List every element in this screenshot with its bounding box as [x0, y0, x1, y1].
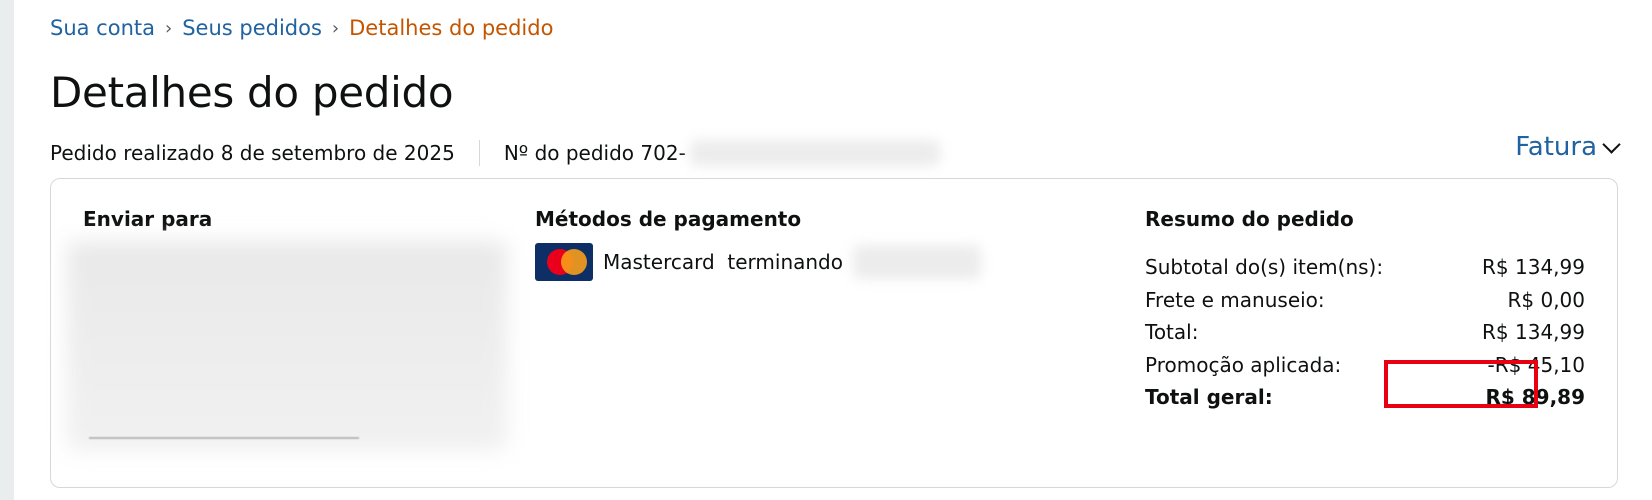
summary-value: R$ 134,99: [1482, 255, 1585, 280]
invoice-label: Fatura: [1515, 132, 1597, 162]
breadcrumb-your-account[interactable]: Sua conta: [50, 16, 155, 40]
page-title: Detalhes do pedido: [50, 68, 454, 117]
order-placed-date: Pedido realizado 8 de setembro de 2025: [50, 141, 455, 165]
order-details-card: Enviar para Métodos de pagamento Masterc…: [50, 178, 1618, 488]
summary-label: Total:: [1145, 320, 1199, 345]
redacted-card-digits: [853, 245, 981, 279]
order-number: Nº do pedido 702-: [503, 141, 686, 165]
left-gutter: [0, 0, 14, 500]
grand-total-highlight: [1384, 360, 1538, 408]
breadcrumb-order-details: Detalhes do pedido: [349, 16, 554, 40]
summary-row-shipping: Frete e manuseio: R$ 0,00: [1145, 284, 1585, 317]
summary-row-subtotal: Subtotal do(s) item(ns): R$ 134,99: [1145, 251, 1585, 284]
redacted-order-number: [689, 140, 940, 166]
summary-label: Total geral:: [1145, 385, 1273, 410]
meta-divider: [478, 140, 480, 166]
redacted-address-underline: [89, 437, 359, 439]
order-details-page: Sua conta › Seus pedidos › Detalhes do p…: [0, 0, 1652, 500]
breadcrumb-separator: ›: [331, 17, 340, 39]
order-meta: Pedido realizado 8 de setembro de 2025 N…: [50, 140, 940, 166]
chevron-down-icon: [1602, 134, 1621, 154]
order-summary-heading: Resumo do pedido: [1145, 207, 1354, 231]
redacted-address: [67, 241, 507, 451]
summary-value: R$ 0,00: [1507, 287, 1585, 312]
breadcrumb-your-orders[interactable]: Seus pedidos: [182, 16, 322, 40]
breadcrumb-separator: ›: [165, 17, 173, 39]
ship-to-heading: Enviar para: [83, 207, 213, 231]
payment-method: Mastercard terminando: [535, 243, 981, 281]
invoice-dropdown[interactable]: Fatura: [1515, 132, 1621, 162]
payment-methods-heading: Métodos de pagamento: [535, 207, 802, 231]
card-label: Mastercard terminando: [603, 250, 843, 274]
summary-label: Frete e manuseio:: [1145, 287, 1325, 312]
mastercard-icon: [535, 243, 593, 281]
breadcrumb: Sua conta › Seus pedidos › Detalhes do p…: [50, 16, 553, 40]
summary-label: Subtotal do(s) item(ns):: [1145, 255, 1384, 280]
summary-label: Promoção aplicada:: [1145, 352, 1342, 377]
summary-row-total: Total: R$ 134,99: [1145, 316, 1585, 349]
summary-value: R$ 134,99: [1482, 320, 1585, 345]
